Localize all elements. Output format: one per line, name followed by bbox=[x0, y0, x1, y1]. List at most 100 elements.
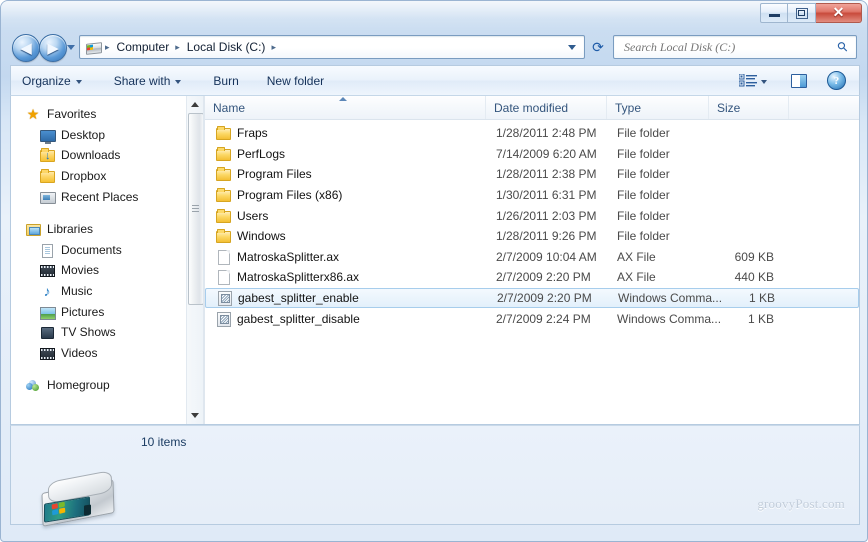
breadcrumb-item-computer[interactable]: Computer bbox=[115, 40, 172, 54]
sidebar-item-downloads[interactable]: ↓ Downloads bbox=[11, 145, 187, 166]
table-row[interactable]: gabest_splitter_disable 2/7/2009 2:24 PM W… bbox=[205, 308, 859, 329]
scrollbar-thumb[interactable] bbox=[188, 113, 203, 305]
desktop-icon bbox=[39, 127, 56, 144]
share-with-button[interactable]: Share with bbox=[105, 70, 191, 92]
table-row[interactable]: Program Files 1/28/2011 2:38 PM File folde… bbox=[205, 164, 859, 185]
back-arrow-icon: ◀ bbox=[20, 39, 32, 57]
column-header-date-modified[interactable]: Date modified bbox=[486, 96, 607, 119]
address-bar[interactable]: ▸ Computer ▸ Local Disk (C:) ▸ bbox=[79, 35, 585, 59]
back-button[interactable]: ◀ bbox=[12, 34, 40, 62]
watermark: groovyPost.com bbox=[757, 496, 845, 511]
chevron-down-icon bbox=[75, 79, 82, 84]
new-folder-button[interactable]: New folder bbox=[258, 70, 333, 92]
share-with-label: Share with bbox=[113, 73, 171, 88]
refresh-icon: ⟳ bbox=[592, 38, 604, 55]
sidebar-group-homegroup[interactable]: Homegroup bbox=[11, 375, 187, 396]
preview-pane-button[interactable] bbox=[786, 71, 812, 91]
command-script-icon bbox=[215, 311, 231, 327]
column-header-row: Name Date modified Type Size bbox=[205, 96, 859, 120]
file-date-cell: 2/7/2009 10:04 AM bbox=[496, 249, 597, 264]
search-input[interactable] bbox=[622, 38, 826, 56]
sidebar-item-documents[interactable]: Documents bbox=[11, 240, 187, 261]
downloads-icon: ↓ bbox=[39, 147, 55, 163]
file-size-cell: 1 KB bbox=[748, 291, 775, 306]
table-row[interactable]: Program Files (x86) 1/30/2011 6:31 PM File… bbox=[205, 185, 859, 206]
search-icon[interactable]: ⚲ bbox=[834, 38, 852, 56]
sidebar-item-movies[interactable]: Movies bbox=[11, 260, 187, 281]
file-type-cell: File folder bbox=[617, 167, 670, 182]
tv-icon bbox=[39, 324, 55, 340]
table-row[interactable]: Windows 1/28/2011 9:26 PM File folder bbox=[205, 226, 859, 247]
folder-icon bbox=[215, 146, 231, 162]
file-name-label: Fraps bbox=[237, 126, 268, 141]
organize-button[interactable]: Organize bbox=[13, 70, 91, 92]
file-date-cell: 7/14/2009 6:20 AM bbox=[496, 146, 597, 161]
file-type-cell: File folder bbox=[617, 229, 670, 244]
forward-button[interactable]: ▶ bbox=[39, 34, 67, 62]
column-header-size[interactable]: Size bbox=[709, 96, 789, 119]
minimize-button[interactable] bbox=[760, 3, 788, 23]
maximize-button[interactable] bbox=[788, 3, 816, 23]
address-chevron-down-icon[interactable] bbox=[568, 44, 576, 50]
forward-arrow-icon: ▶ bbox=[47, 39, 59, 57]
burn-button[interactable]: Burn bbox=[204, 70, 247, 92]
table-row[interactable]: PerfLogs 7/14/2009 6:20 AM File folder bbox=[205, 144, 859, 165]
table-row[interactable]: MatroskaSplitterx86.ax 2/7/2009 2:20 PM AX… bbox=[205, 267, 859, 288]
file-type-cell: File folder bbox=[617, 126, 670, 141]
file-date-cell: 1/30/2011 6:31 PM bbox=[496, 188, 597, 203]
file-name-label: MatroskaSplitter.ax bbox=[237, 249, 340, 264]
local-disk-icon bbox=[85, 40, 102, 55]
sidebar-item-desktop[interactable]: Desktop bbox=[11, 125, 187, 146]
sidebar-group-favorites[interactable]: ★ Favorites bbox=[11, 104, 187, 125]
close-button[interactable]: ✕ bbox=[816, 3, 862, 23]
close-icon: ✕ bbox=[816, 4, 861, 22]
homegroup-icon bbox=[25, 377, 41, 393]
file-name-cell: PerfLogs bbox=[215, 146, 285, 162]
organize-label: Organize bbox=[22, 73, 71, 88]
breadcrumb-item-local-disk[interactable]: Local Disk (C:) bbox=[185, 40, 268, 54]
sidebar-item-recent-places[interactable]: Recent Places bbox=[11, 186, 187, 207]
sidebar-group-label: Favorites bbox=[47, 107, 97, 122]
navigation-scrollbar[interactable] bbox=[186, 96, 203, 424]
search-box[interactable]: ⚲ bbox=[613, 35, 857, 59]
chevron-down-icon[interactable] bbox=[761, 79, 767, 84]
scroll-down-button[interactable] bbox=[187, 407, 203, 424]
file-size-cell: 1 KB bbox=[747, 311, 774, 326]
file-name-label: gabest_splitter_disable bbox=[237, 311, 360, 326]
sidebar-item-dropbox[interactable]: Dropbox bbox=[11, 166, 187, 187]
sidebar-item-label: Downloads bbox=[61, 148, 121, 163]
file-size-cell: 609 KB bbox=[734, 249, 774, 264]
file-size-cell: 440 KB bbox=[734, 270, 774, 285]
recent-places-icon bbox=[39, 189, 56, 205]
recent-pages-chevron-down-icon[interactable] bbox=[67, 45, 75, 50]
folder-icon bbox=[215, 187, 231, 203]
file-name-cell: MatroskaSplitter.ax bbox=[215, 249, 339, 265]
new-folder-label: New folder bbox=[266, 73, 325, 88]
sidebar-item-tv-shows[interactable]: TV Shows bbox=[11, 322, 187, 343]
file-name-cell: Windows bbox=[215, 228, 286, 244]
table-row[interactable]: gabest_splitter_enable 2/7/2009 2:20 PM Wi… bbox=[205, 287, 859, 309]
sidebar-item-label: Documents bbox=[61, 242, 122, 257]
table-row[interactable]: Fraps 1/28/2011 2:48 PM File folder bbox=[205, 123, 859, 144]
scroll-up-button[interactable] bbox=[187, 96, 203, 113]
column-label: Size bbox=[717, 100, 741, 115]
folder-icon bbox=[39, 168, 55, 184]
command-bar: Organize Share with Burn New folder ? bbox=[10, 65, 860, 95]
table-row[interactable]: Users 1/26/2011 2:03 PM File folder bbox=[205, 205, 859, 226]
column-header-type[interactable]: Type bbox=[607, 96, 709, 119]
navigation-tree: ★ Favorites Desktop ↓ Downloads Dropbox bbox=[11, 104, 187, 396]
sidebar-group-libraries[interactable]: Libraries bbox=[11, 219, 187, 240]
table-row[interactable]: MatroskaSplitter.ax 2/7/2009 10:04 AM AX F… bbox=[205, 247, 859, 268]
sidebar-item-music[interactable]: ♪ Music bbox=[11, 281, 187, 302]
burn-label: Burn bbox=[213, 73, 239, 88]
sidebar-item-pictures[interactable]: Pictures bbox=[11, 301, 187, 322]
help-button[interactable]: ? bbox=[822, 68, 851, 93]
file-name-cell: MatroskaSplitterx86.ax bbox=[215, 269, 359, 286]
change-view-button[interactable] bbox=[734, 71, 772, 90]
breadcrumb-separator: ▸ bbox=[105, 41, 110, 52]
sidebar-item-label: Pictures bbox=[61, 304, 105, 319]
refresh-button[interactable]: ⟳ bbox=[587, 36, 609, 58]
sidebar-item-videos[interactable]: Videos bbox=[11, 343, 187, 364]
navigation-pane: ★ Favorites Desktop ↓ Downloads Dropbox bbox=[11, 96, 203, 424]
